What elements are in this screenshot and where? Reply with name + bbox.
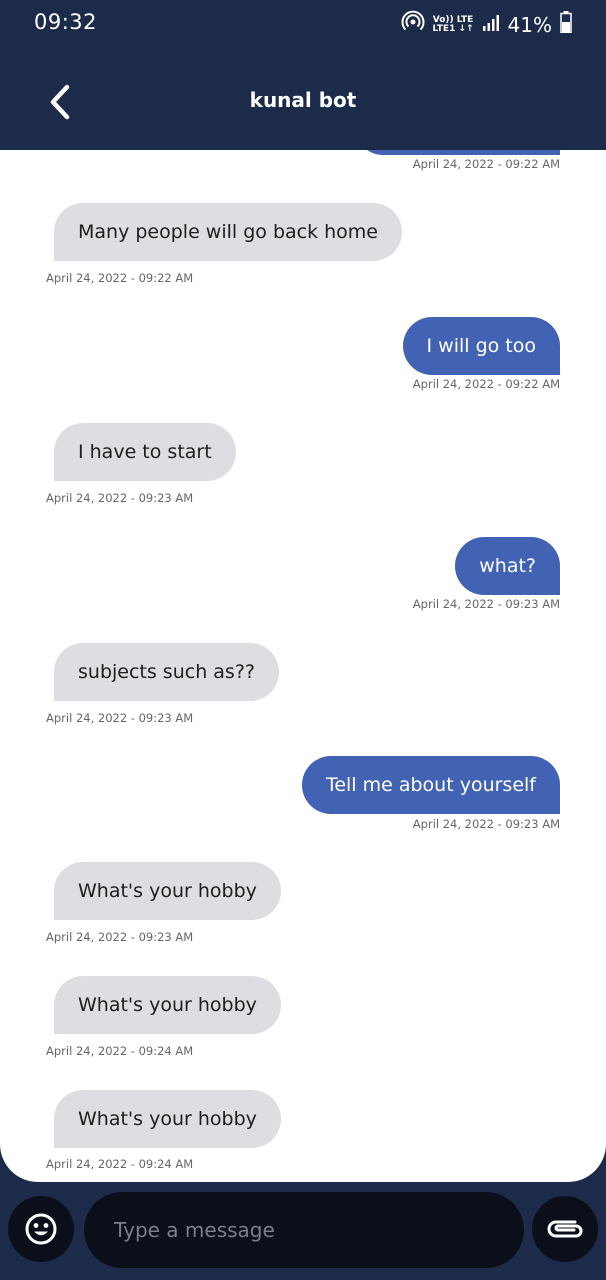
message-bubble: What's your hobby <box>54 862 281 920</box>
status-bar: 09:32 Vo)) LTE LTE1 ↓↑ 41% <box>0 0 606 46</box>
message-user: April 24, 2022 - 09:22 AM <box>0 150 606 180</box>
battery-icon <box>560 11 572 38</box>
chat-header: kunal bot <box>0 56 606 150</box>
message-timestamp: April 24, 2022 - 09:23 AM <box>412 597 560 611</box>
attach-button[interactable] <box>532 1196 598 1262</box>
composer-bar <box>0 1182 606 1280</box>
message-input[interactable] <box>112 1217 496 1243</box>
network-bottom-label: LTE1 ↓↑ <box>432 23 474 34</box>
message-user: what? April 24, 2022 - 09:23 AM <box>0 537 606 627</box>
message-bot: What's your hobby April 24, 2022 - 09:24… <box>0 976 606 1066</box>
message-bubble: Many people will go back home <box>54 203 403 261</box>
emoji-icon <box>25 1213 57 1245</box>
message-timestamp: April 24, 2022 - 09:22 AM <box>46 271 194 285</box>
message-bubble: I have to start <box>54 423 236 481</box>
message-bubble: subjects such as?? <box>54 643 279 701</box>
message-timestamp: April 24, 2022 - 09:23 AM <box>46 930 194 944</box>
hotspot-icon <box>401 10 425 39</box>
message-bubble: what? <box>455 537 560 595</box>
message-input-container[interactable] <box>84 1192 524 1268</box>
signal-icon <box>482 13 500 37</box>
message-bubble: Tell me about yourself <box>301 756 560 814</box>
message-bubble: I will go too <box>402 317 560 375</box>
paperclip-icon <box>547 1220 583 1238</box>
message-bot: I have to start April 24, 2022 - 09:23 A… <box>0 423 606 513</box>
message-bot: subjects such as?? April 24, 2022 - 09:2… <box>0 643 606 733</box>
message-bubble: What's your hobby <box>54 1090 281 1148</box>
status-indicators: Vo)) LTE LTE1 ↓↑ 41% <box>401 10 572 39</box>
chat-title: kunal bot <box>249 88 357 112</box>
message-timestamp: April 24, 2022 - 09:24 AM <box>46 1157 194 1171</box>
status-time: 09:32 <box>34 10 98 34</box>
message-user: Tell me about yourself April 24, 2022 - … <box>0 756 606 846</box>
message-bubble-partial <box>355 150 560 155</box>
message-timestamp: April 24, 2022 - 09:23 AM <box>412 817 560 831</box>
message-user: I will go too April 24, 2022 - 09:22 AM <box>0 317 606 407</box>
battery-percent: 41% <box>507 12 552 37</box>
emoji-button[interactable] <box>8 1196 74 1262</box>
message-timestamp: April 24, 2022 - 09:23 AM <box>46 491 194 505</box>
network-label: Vo)) LTE LTE1 ↓↑ <box>432 15 474 34</box>
message-timestamp: April 24, 2022 - 09:23 AM <box>46 711 194 725</box>
message-list[interactable]: April 24, 2022 - 09:22 AM Many people wi… <box>0 150 606 1182</box>
message-timestamp: April 24, 2022 - 09:22 AM <box>412 377 560 391</box>
message-bot: What's your hobby April 24, 2022 - 09:23… <box>0 862 606 952</box>
message-bubble: What's your hobby <box>54 976 281 1034</box>
message-timestamp: April 24, 2022 - 09:24 AM <box>46 1044 194 1058</box>
message-bot: What's your hobby April 24, 2022 - 09:24… <box>0 1090 606 1180</box>
message-timestamp: April 24, 2022 - 09:22 AM <box>412 157 560 171</box>
message-bot: Many people will go back home April 24, … <box>0 203 606 293</box>
